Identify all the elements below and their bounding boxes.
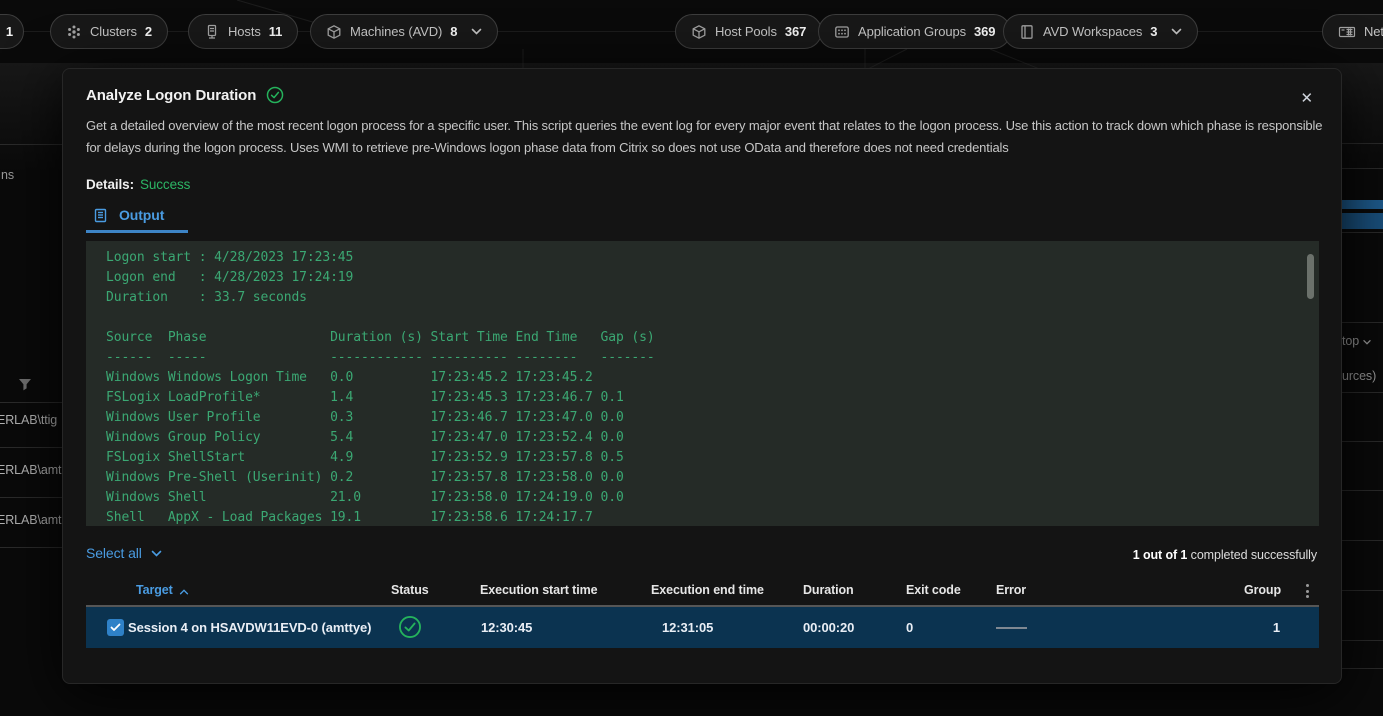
pill-label: AVD Workspaces <box>1043 24 1142 39</box>
tab-label: Output <box>119 207 164 223</box>
screen: s 1 Clusters 2 Hosts 11 Machines (AVD) 8… <box>0 0 1383 716</box>
chevron-down-icon <box>151 550 162 557</box>
clusters-icon <box>66 24 82 40</box>
host-pool-cube-icon <box>691 24 707 40</box>
pill-label: Machines (AVD) <box>350 24 442 39</box>
column-label: Target <box>136 583 173 597</box>
pill-count: 8 <box>450 24 457 39</box>
hosts-icon <box>204 24 220 40</box>
completion-count: 1 out of 1 <box>1133 548 1188 562</box>
completion-text: completed successfully <box>1187 548 1317 562</box>
app-groups-icon <box>834 24 850 40</box>
column-header-exec-start[interactable]: Execution start time <box>480 583 597 597</box>
column-header-error[interactable]: Error <box>996 583 1026 597</box>
pill-partial-left[interactable]: s 1 <box>0 14 24 49</box>
check-icon <box>110 623 121 632</box>
chevron-down-icon <box>471 28 482 35</box>
pill-count: 2 <box>145 24 152 39</box>
background-fragment: top <box>1342 334 1372 348</box>
pill-count: 1 <box>6 24 13 39</box>
pill-machines-avd[interactable]: Machines (AVD) 8 <box>310 14 498 49</box>
pill-count: 3 <box>1150 24 1157 39</box>
dialog-description: Get a detailed overview of the most rece… <box>86 115 1324 159</box>
results-table-header: Target Status Execution start time Execu… <box>63 583 1341 605</box>
console-output[interactable]: Logon start : 4/28/2023 17:23:45 Logon e… <box>86 241 1319 526</box>
pill-label: Net <box>1364 24 1383 39</box>
filter-funnel-icon <box>18 378 32 391</box>
pill-label: Clusters <box>90 24 137 39</box>
pill-partial-right[interactable]: Net <box>1322 14 1383 49</box>
column-header-exit-code[interactable]: Exit code <box>906 583 961 597</box>
console-scrollbar-thumb[interactable] <box>1307 254 1314 299</box>
status-badge: Success <box>140 177 190 192</box>
close-icon[interactable]: ✕ <box>1301 91 1313 106</box>
background-user-cell: ERLAB\amt <box>0 513 61 527</box>
dialog-title: Analyze Logon Duration <box>86 87 256 104</box>
row-exec-end: 12:31:05 <box>662 607 713 648</box>
column-header-status[interactable]: Status <box>391 583 429 597</box>
pill-hosts[interactable]: Hosts 11 <box>188 14 298 49</box>
chevron-down-icon <box>1171 28 1182 35</box>
select-all-label: Select all <box>86 545 142 561</box>
row-duration: 00:00:20 <box>803 607 854 648</box>
sort-up-icon <box>179 589 189 595</box>
details-status-line: Details: Success <box>86 177 190 192</box>
pill-clusters[interactable]: Clusters 2 <box>50 14 168 49</box>
row-exec-start: 12:30:45 <box>481 607 532 648</box>
machine-cube-icon <box>326 24 342 40</box>
active-tab-indicator <box>86 230 188 233</box>
column-header-group[interactable]: Group <box>1181 583 1281 597</box>
background-selected-row <box>1342 213 1383 229</box>
network-icon <box>1338 24 1356 40</box>
row-target: Session 4 on HSAVDW11EVD-0 (amttye) <box>128 607 371 648</box>
analyze-logon-duration-dialog: Analyze Logon Duration ✕ Get a detailed … <box>62 68 1342 684</box>
pill-count: 369 <box>974 24 995 39</box>
completion-summary: 1 out of 1 completed successfully <box>1133 548 1317 562</box>
pill-host-pools[interactable]: Host Pools 367 <box>675 14 822 49</box>
console-text: Logon start : 4/28/2023 17:23:45 Logon e… <box>86 241 1319 526</box>
pill-label: Host Pools <box>715 24 777 39</box>
row-exit-code: 0 <box>906 607 913 648</box>
row-checkbox[interactable] <box>107 619 124 636</box>
select-all-dropdown[interactable]: Select all <box>86 545 162 561</box>
document-icon <box>93 208 108 223</box>
background-user-cell: ERLAB\ttig <box>0 413 57 427</box>
table-row[interactable]: Session 4 on HSAVDW11EVD-0 (amttye) 12:3… <box>86 607 1319 648</box>
column-header-exec-end[interactable]: Execution end time <box>651 583 764 597</box>
row-error-empty-dash <box>996 627 1027 629</box>
pill-count: 367 <box>785 24 806 39</box>
background-left-column: ns ERLAB\ttig ERLAB\amt ERLAB\amt <box>0 63 62 716</box>
background-fragment: ns <box>1 168 14 182</box>
background-right-column: top urces) <box>1342 63 1383 716</box>
pill-avd-workspaces[interactable]: AVD Workspaces 3 <box>1003 14 1198 49</box>
success-check-icon <box>266 86 284 104</box>
row-group: 1 <box>1180 607 1280 648</box>
pill-label: Hosts <box>228 24 261 39</box>
row-status-success-icon <box>398 615 422 644</box>
topology-bar: s 1 Clusters 2 Hosts 11 Machines (AVD) 8… <box>0 0 1383 63</box>
column-header-target[interactable]: Target <box>136 583 189 597</box>
background-user-cell: ERLAB\amt <box>0 463 61 477</box>
pill-label: Application Groups <box>858 24 966 39</box>
details-label: Details: <box>86 177 134 192</box>
pill-count: 11 <box>269 24 283 39</box>
workspace-icon <box>1019 24 1035 40</box>
background-fragment: urces) <box>1342 369 1376 383</box>
pill-application-groups[interactable]: Application Groups 369 <box>818 14 1011 49</box>
tab-output[interactable]: Output <box>93 207 164 223</box>
column-header-duration[interactable]: Duration <box>803 583 854 597</box>
background-selected-row <box>1342 200 1383 209</box>
table-options-kebab-icon[interactable] <box>1306 584 1309 598</box>
